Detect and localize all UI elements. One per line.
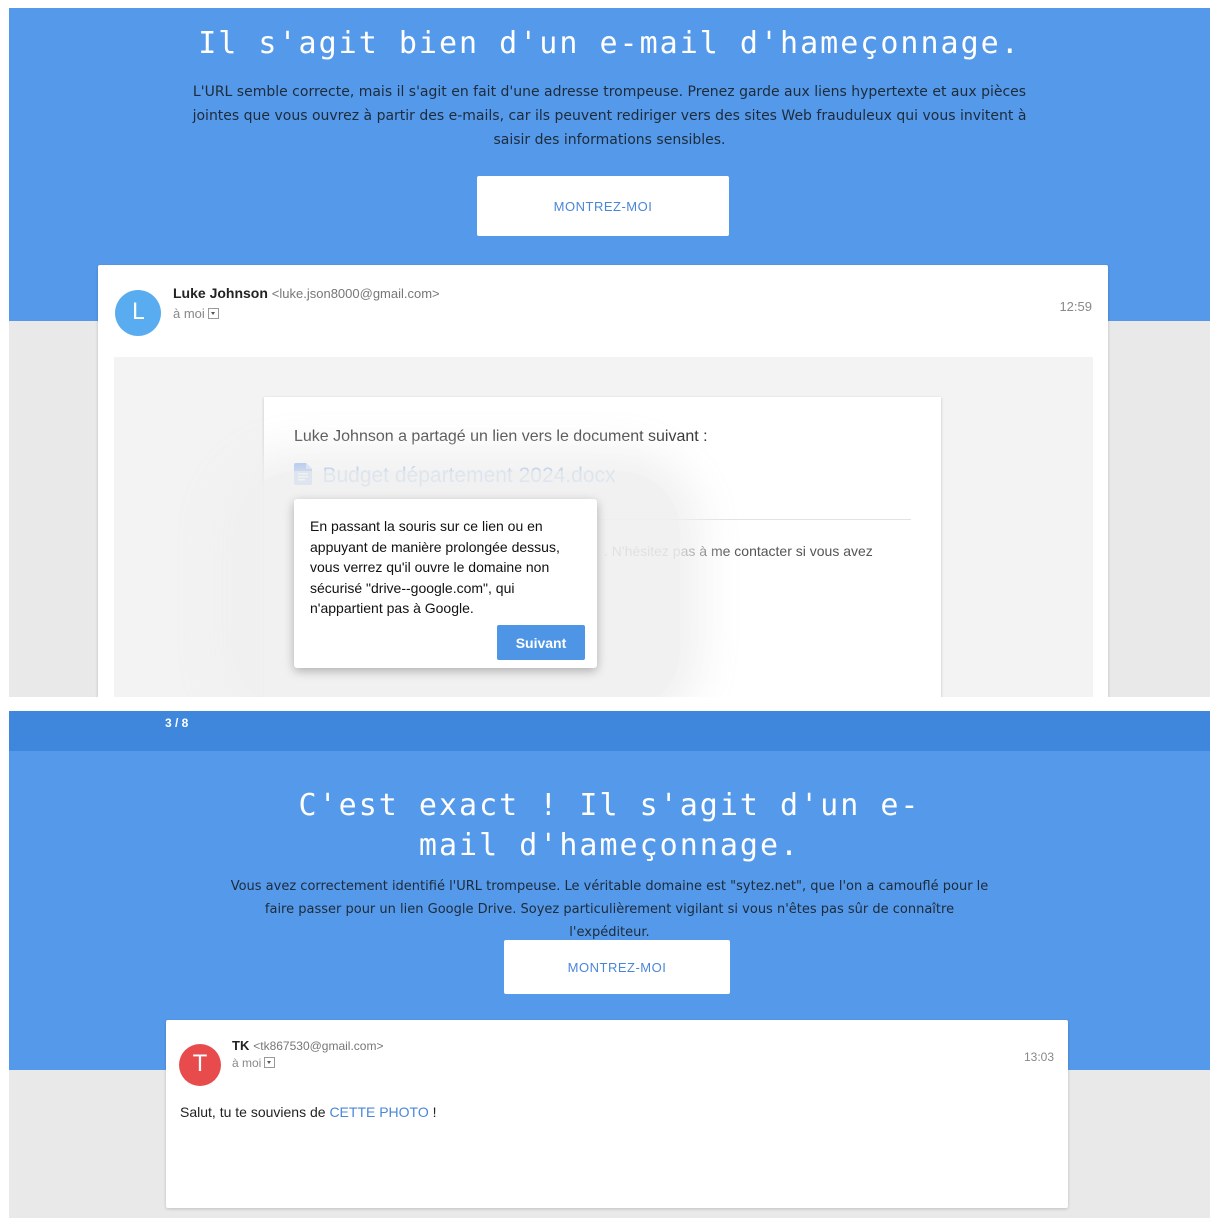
progress-bar: 3 / 8 [9, 711, 1210, 751]
email-time: 12:59 [1059, 299, 1092, 314]
show-me-button[interactable]: MONTREZ-MOI [504, 940, 730, 994]
show-me-button[interactable]: MONTREZ-MOI [477, 176, 729, 236]
sender-name: Luke Johnson [173, 285, 268, 301]
result-description: Vous avez correctement identifié l'URL t… [230, 879, 989, 940]
sender-email: <tk867530@gmail.com> [253, 1039, 384, 1053]
recipient-label: à moi [173, 306, 205, 321]
phishing-result-panel-1: Il s'agit bien d'un e-mail d'hameçonnage… [9, 8, 1210, 697]
hint-tooltip: En passant la souris sur ce lien ou en a… [294, 499, 597, 668]
progress-counter: 3 / 8 [165, 716, 189, 730]
email-body: Luke Johnson a partagé un lien vers le d… [114, 357, 1093, 697]
sender-line: Luke Johnson <luke.json8000@gmail.com> [173, 285, 440, 301]
sender-avatar: T [179, 1044, 221, 1086]
result-title: Il s'agit bien d'un e-mail d'hameçonnage… [198, 26, 1021, 61]
chevron-down-icon[interactable] [207, 308, 219, 320]
result-title: C'est exact ! Il s'agit d'un e-mail d'ha… [298, 788, 921, 863]
body-prefix: Salut, tu te souviens de [180, 1104, 330, 1120]
recipient-label: à moi [232, 1056, 262, 1070]
body-suffix: ! [428, 1104, 437, 1120]
email-card: L Luke Johnson <luke.json8000@gmail.com>… [98, 265, 1108, 697]
sender-line: TK <tk867530@gmail.com> [232, 1037, 384, 1053]
chevron-down-icon[interactable] [264, 1057, 276, 1069]
email-card: T TK <tk867530@gmail.com> à moi 13:03 Sa… [166, 1020, 1068, 1208]
next-button[interactable]: Suivant [497, 625, 585, 660]
email-time: 13:03 [1023, 1050, 1054, 1064]
email-body-text: Salut, tu te souviens de CETTE PHOTO ! [180, 1104, 437, 1120]
sender-name: TK [232, 1038, 250, 1053]
share-text: Luke Johnson a partagé un lien vers le d… [294, 428, 708, 445]
tooltip-text: En passant la souris sur ce lien ou en a… [310, 518, 560, 616]
recipient-line[interactable]: à moi [232, 1056, 276, 1070]
phishing-result-panel-2: 3 / 8 C'est exact ! Il s'agit d'un e-mai… [9, 711, 1210, 1218]
share-notification: Luke Johnson a partagé un lien vers le d… [236, 397, 941, 697]
result-description: L'URL semble correcte, mais il s'agit en… [192, 84, 1027, 148]
recipient-line[interactable]: à moi [173, 306, 219, 321]
photo-link[interactable]: CETTE PHOTO [329, 1104, 428, 1120]
sender-avatar: L [115, 290, 161, 336]
sender-email: <luke.json8000@gmail.com> [271, 286, 440, 301]
